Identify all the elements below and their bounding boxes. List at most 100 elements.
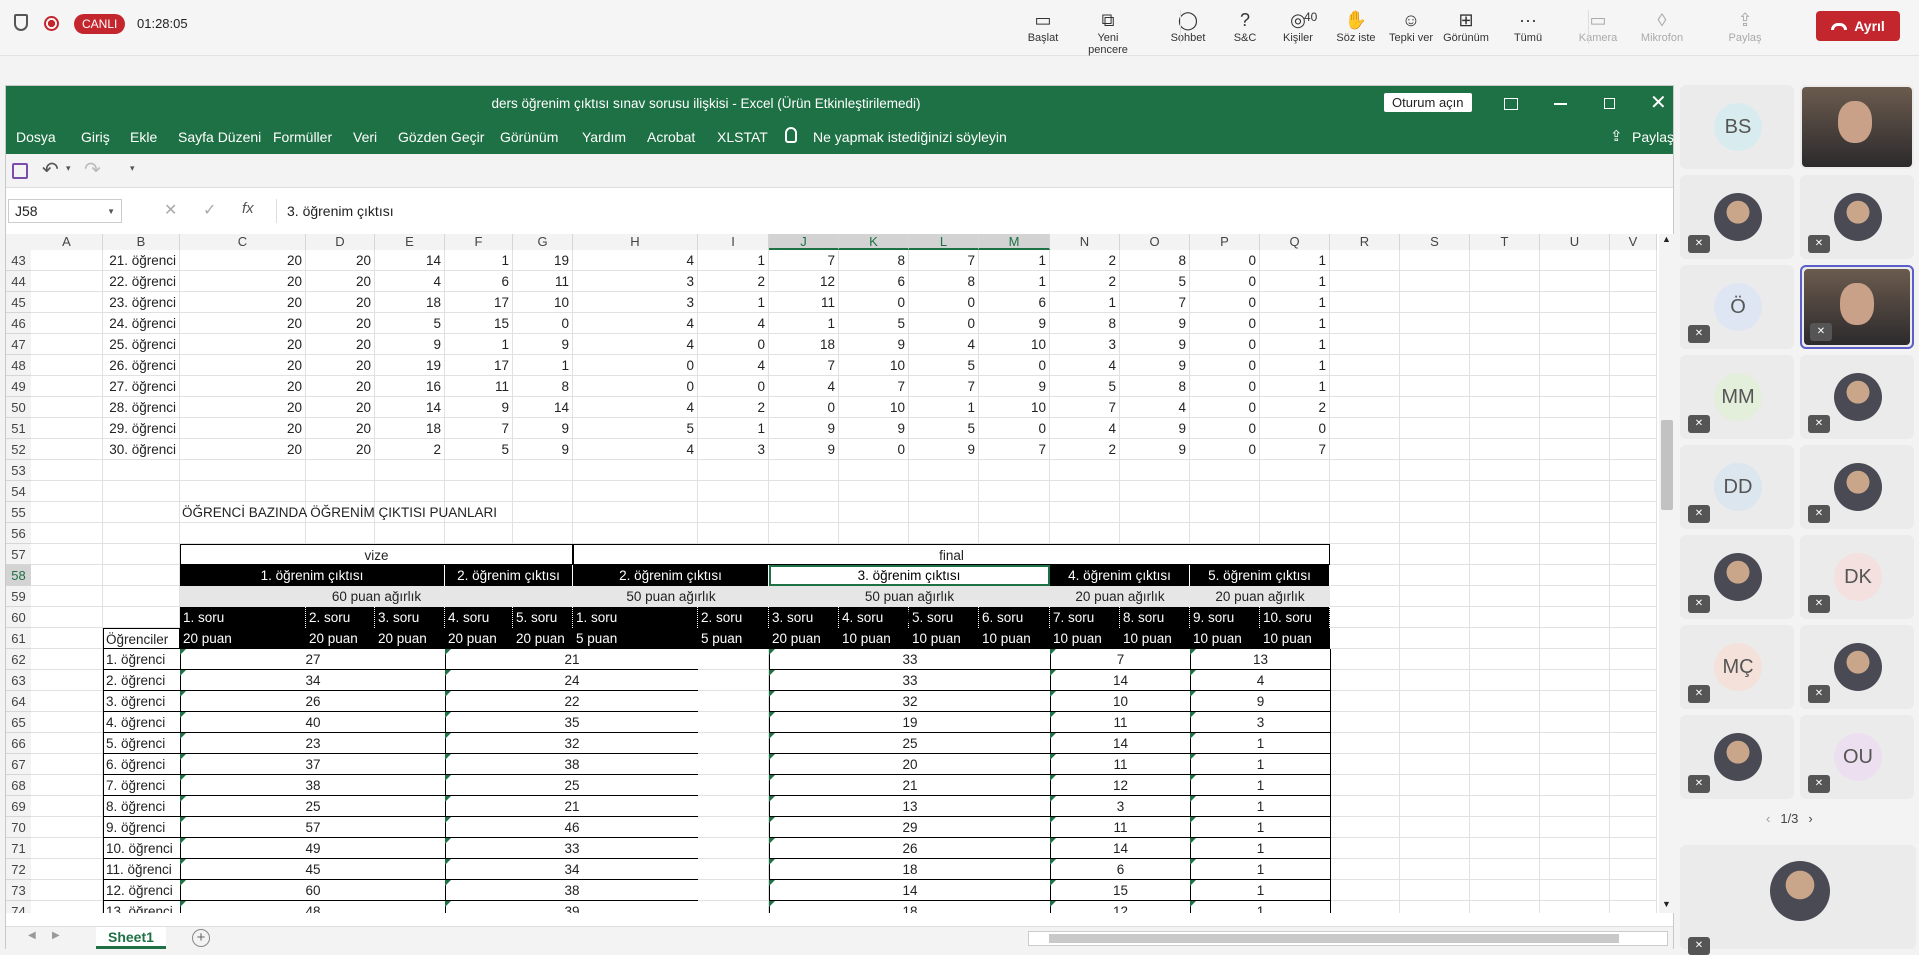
customize-qat-icon[interactable]: ▾ [130, 163, 135, 174]
score-cell[interactable]: 20 [306, 376, 375, 397]
score-cell[interactable]: 16 [375, 376, 445, 397]
score-cell[interactable]: 1 [1050, 292, 1120, 313]
share-icon[interactable]: ⇪ [1610, 127, 1623, 145]
participant-tile[interactable]: ✕ [1680, 175, 1794, 259]
score-cell[interactable]: 7 [979, 439, 1050, 460]
participant-tile[interactable]: ✕ [1800, 175, 1914, 259]
column-header-U[interactable]: U [1540, 234, 1610, 250]
score-cell[interactable]: 2 [1260, 397, 1330, 418]
row-header-48[interactable]: 48 [6, 355, 31, 376]
student-name[interactable]: 29. öğrenci [103, 418, 180, 439]
row-header-73[interactable]: 73 [6, 880, 31, 901]
row-header-65[interactable]: 65 [6, 712, 31, 733]
outcome-header[interactable]: 3. öğrenim çıktısı [769, 565, 1050, 586]
student-name[interactable]: 2. öğrenci [103, 670, 180, 691]
score-cell[interactable]: 9 [769, 439, 839, 460]
score-cell[interactable]: 17 [445, 355, 513, 376]
toolbar-button-react[interactable]: ☺ Tepki ver [1383, 6, 1439, 52]
toolbar-button-start[interactable]: ▭ Başlat [1015, 6, 1071, 52]
outcome-score[interactable]: 1 [1190, 817, 1330, 838]
score-cell[interactable]: 12 [769, 271, 839, 292]
score-cell[interactable]: 9 [1120, 418, 1190, 439]
score-cell[interactable]: 4 [1050, 418, 1120, 439]
participant-tile[interactable]: ✕ [1800, 265, 1914, 349]
column-header-P[interactable]: P [1190, 234, 1260, 250]
participant-tile[interactable]: Ö ✕ [1680, 265, 1794, 349]
score-cell[interactable]: 10 [979, 334, 1050, 355]
score-cell[interactable]: 9 [979, 376, 1050, 397]
score-cell[interactable]: 4 [1120, 397, 1190, 418]
score-cell[interactable]: 0 [1190, 376, 1260, 397]
student-name[interactable]: 24. öğrenci [103, 313, 180, 334]
outcome-score[interactable]: 13 [1190, 649, 1330, 670]
ribbon-tab-3[interactable]: Sayfa Düzeni [178, 129, 261, 145]
outcome-header[interactable]: 2. öğrenim çıktısı [573, 565, 769, 586]
score-cell[interactable]: 4 [573, 439, 698, 460]
outcome-header[interactable]: 2. öğrenim çıktısı [445, 565, 573, 586]
points-header[interactable]: 20 puan [306, 628, 375, 649]
score-cell[interactable]: 7 [1120, 292, 1190, 313]
weight-header[interactable]: 50 puan ağırlık [573, 586, 769, 607]
outcome-score[interactable]: 27 [180, 649, 445, 670]
outcome-score[interactable]: 12 [1050, 901, 1190, 913]
outcome-score[interactable]: 33 [769, 670, 1050, 691]
question-header[interactable]: 1. soru [180, 607, 306, 628]
student-name[interactable]: 7. öğrenci [103, 775, 180, 796]
outcome-score[interactable]: 25 [180, 796, 445, 817]
row-header-44[interactable]: 44 [6, 271, 31, 292]
scroll-thumb[interactable] [1661, 420, 1673, 510]
column-header-R[interactable]: R [1330, 234, 1400, 250]
score-cell[interactable]: 0 [1190, 250, 1260, 271]
points-header[interactable]: 5 puan [698, 628, 769, 649]
redo-icon[interactable]: ↷ [84, 157, 101, 182]
outcome-score[interactable]: 35 [445, 712, 698, 733]
add-sheet-icon[interactable]: + [192, 929, 210, 947]
score-cell[interactable]: 0 [1190, 355, 1260, 376]
score-cell[interactable]: 9 [1120, 355, 1190, 376]
student-name[interactable]: 28. öğrenci [103, 397, 180, 418]
outcome-score[interactable]: 14 [1050, 838, 1190, 859]
confirm-entry-icon[interactable]: ✓ [203, 200, 216, 220]
score-cell[interactable]: 0 [839, 292, 909, 313]
row-header-64[interactable]: 64 [6, 691, 31, 712]
outcome-score[interactable]: 20 [769, 754, 1050, 775]
row-header-70[interactable]: 70 [6, 817, 31, 838]
outcome-score[interactable]: 25 [769, 733, 1050, 754]
student-name[interactable]: 8. öğrenci [103, 796, 180, 817]
ribbon-display-icon[interactable] [1504, 98, 1518, 110]
score-cell[interactable]: 1 [445, 250, 513, 271]
participant-tile[interactable]: BS [1680, 85, 1794, 169]
score-cell[interactable]: 0 [909, 313, 979, 334]
participant-tile[interactable]: ✕ [1680, 535, 1794, 619]
row-header-49[interactable]: 49 [6, 376, 31, 397]
score-cell[interactable]: 4 [573, 334, 698, 355]
question-header[interactable]: 3. soru [375, 607, 445, 628]
score-cell[interactable]: 20 [180, 376, 306, 397]
column-header-Q[interactable]: Q [1260, 234, 1330, 250]
score-cell[interactable]: 9 [513, 334, 573, 355]
outcome-score[interactable]: 1 [1190, 838, 1330, 859]
points-header[interactable]: 10 puan [839, 628, 909, 649]
toolbar-button-mic-off[interactable]: ◊ Mikrofon [1634, 6, 1690, 52]
score-cell[interactable]: 20 [306, 271, 375, 292]
row-header-51[interactable]: 51 [6, 418, 31, 439]
score-cell[interactable]: 2 [698, 397, 769, 418]
tell-me-input[interactable]: Ne yapmak istediğinizi söyleyin [813, 129, 1007, 145]
toolbar-button-chat[interactable]: ◯ Sohbet [1160, 6, 1216, 52]
student-name[interactable]: 13. öğrenci [103, 901, 180, 913]
row-header-74[interactable]: 74 [6, 901, 31, 913]
row-header-56[interactable]: 56 [6, 523, 31, 544]
score-cell[interactable]: 20 [306, 334, 375, 355]
score-cell[interactable]: 3 [698, 439, 769, 460]
score-cell[interactable]: 3 [573, 292, 698, 313]
prev-sheet-icon[interactable]: ◀ [28, 930, 36, 941]
outcome-score[interactable]: 9 [1190, 691, 1330, 712]
question-header[interactable]: 2. soru [306, 607, 375, 628]
score-cell[interactable]: 2 [1050, 439, 1120, 460]
column-header-J[interactable]: J [769, 234, 839, 250]
minimize-icon[interactable] [1554, 103, 1567, 105]
column-header-F[interactable]: F [445, 234, 513, 250]
score-cell[interactable]: 2 [1050, 271, 1120, 292]
score-cell[interactable]: 20 [180, 439, 306, 460]
select-all-corner[interactable] [6, 234, 31, 250]
